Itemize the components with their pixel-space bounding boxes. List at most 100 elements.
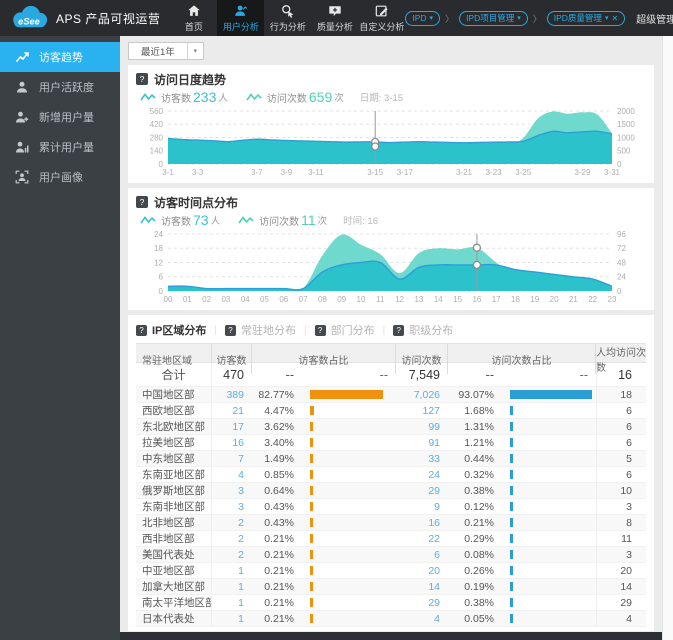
sidebar-item-visitor-trend[interactable]: 访客趋势 <box>0 42 120 72</box>
cell-visits-link[interactable]: 7,026 <box>396 389 448 401</box>
cell-visitors-link[interactable]: 3 <box>212 485 252 497</box>
cell-visitors-link[interactable]: 2 <box>212 549 252 561</box>
tab-grade[interactable]: ? 职级分布 <box>393 322 453 338</box>
svg-text:96: 96 <box>617 230 626 239</box>
legend-value: 73 <box>193 212 209 228</box>
nav-item-behavior-analysis[interactable]: 行为分析 <box>264 0 311 36</box>
table-row: 西欧地区部 21 4.47% 127 1.68% 6 <box>136 403 646 419</box>
nav-item-user-analysis[interactable]: 用户分析 <box>217 0 265 36</box>
breadcrumb-pill-ipd[interactable]: IPD ▾ <box>405 10 441 26</box>
visitors-pct-bar-fill <box>310 566 313 575</box>
region-distribution-card: ? IP区域分布 | ? 常驻地分布 | ? 部门分布 | ? 职级分布 常驻地… <box>128 315 654 631</box>
cell-visits-link[interactable]: 16 <box>396 517 448 529</box>
cell-avg: 10 <box>596 483 646 498</box>
scrollbar-track[interactable] <box>662 36 673 640</box>
legend-unit: 次 <box>334 93 344 104</box>
visits-pct-bar-fill <box>510 502 513 511</box>
visits-pct-bar <box>504 486 596 495</box>
nav-item-label: 质量分析 <box>316 21 353 32</box>
cell-visitors-link[interactable]: 16 <box>212 437 252 449</box>
cell-visitors-link[interactable]: 4 <box>212 469 252 481</box>
cell-visitors-link[interactable]: 1 <box>212 597 252 609</box>
cell-visits-link[interactable]: 33 <box>396 453 448 465</box>
cell-visits-link[interactable]: 4 <box>396 613 448 625</box>
nav-item-home[interactable]: 首页 <box>170 0 217 36</box>
cell-visitors-link[interactable]: 21 <box>212 405 252 417</box>
hourly-distribution-chart[interactable]: 0 06 2412 4818 7224 9600 01 02 03 04 05 06 07 08 09 10 1… <box>136 230 646 306</box>
cell-visitors-link[interactable]: 2 <box>212 517 252 529</box>
distribution-tabs: ? IP区域分布 | ? 常驻地分布 | ? 部门分布 | ? 职级分布 <box>136 321 646 339</box>
table-row: 美国代表处 2 0.21% 6 0.08% 3 <box>136 547 646 563</box>
visitors-pct-bar <box>304 390 396 399</box>
user-analysis-icon <box>235 5 247 16</box>
legend-label: 访客数 <box>161 216 191 228</box>
svg-text:24: 24 <box>154 230 163 239</box>
cell-visitors-pct: 0.21% <box>264 580 294 593</box>
cell-visits-link[interactable]: 14 <box>396 581 448 593</box>
table-row: 日本代表处 1 0.21% 4 0.05% 4 <box>136 611 646 627</box>
hover-date-label: 日期: 3-15 <box>359 93 404 104</box>
cell-visits-link[interactable]: 99 <box>396 421 448 433</box>
help-icon[interactable]: ? <box>136 73 148 85</box>
svg-text:0: 0 <box>617 287 622 296</box>
sidebar-item-total-users[interactable]: 累计用户量 <box>0 132 120 162</box>
tab-residence[interactable]: ? 常驻地分布 <box>225 322 296 338</box>
cell-visits-link[interactable]: 9 <box>396 501 448 513</box>
breadcrumb-separator: 〉 <box>445 13 455 24</box>
cell-visitors-link[interactable]: 389 <box>212 389 252 401</box>
svg-text:03: 03 <box>221 295 230 304</box>
cell-visits-link[interactable]: 29 <box>396 485 448 497</box>
svg-text:3-21: 3-21 <box>456 168 473 177</box>
cell-visits-pct: 0.21% <box>464 516 494 529</box>
svg-text:14: 14 <box>434 295 443 304</box>
visits-pct-bar-fill <box>510 390 592 399</box>
cell-visitors-link[interactable]: 2 <box>212 533 252 545</box>
visits-pct-bar <box>504 518 596 527</box>
close-icon[interactable]: ✕ <box>611 14 618 23</box>
nav-item-custom-analysis[interactable]: 自定义分析 <box>358 0 405 36</box>
visits-pct-bar-fill <box>510 438 513 447</box>
daily-trend-chart[interactable]: 0 0140 500280 1000420 1500560 20003-1 3-3 3-7 3-… <box>136 107 646 179</box>
nav-item-quality-analysis[interactable]: 质量分析 <box>311 0 358 36</box>
date-range-value: 最近1年 <box>141 47 175 58</box>
cell-visits-link[interactable]: 29 <box>396 597 448 609</box>
cell-visits-link[interactable]: 127 <box>396 405 448 417</box>
cell-visits-link[interactable]: 24 <box>396 469 448 481</box>
legend-line-icon <box>246 93 262 101</box>
cell-visitors-link[interactable]: 17 <box>212 421 252 433</box>
tab-ip-region[interactable]: ? IP区域分布 <box>136 322 206 338</box>
cell-region: 中国地区部 <box>136 387 212 402</box>
main-area: 最近1年 ▾ ? 访问日度趋势 访客数 233 人 访问次数 659 次 日期:… <box>120 36 662 640</box>
cell-visits-link[interactable]: 22 <box>396 533 448 545</box>
region-table: 常驻地区域 访客数 访客数占比 访问次数 访问次数占比 人均访问次数 合计 470… <box>136 343 646 627</box>
sidebar-item-user-profile[interactable]: 用户画像 <box>0 162 120 192</box>
tab-department[interactable]: ? 部门分布 <box>314 322 375 338</box>
cell-region: 日本代表处 <box>136 611 212 626</box>
sidebar-item-user-activity[interactable]: 用户活跃度 <box>0 72 120 102</box>
cell-avg: 6 <box>596 419 646 434</box>
cell-visits-link[interactable]: 6 <box>396 549 448 561</box>
help-icon[interactable]: ? <box>136 196 148 208</box>
date-range-select[interactable]: 最近1年 ▾ <box>128 42 204 60</box>
breadcrumb-pill-quality[interactable]: IPD质量管理 ▾ ✕ <box>546 10 626 26</box>
visits-pct-bar-fill <box>510 614 513 623</box>
cell-visitors-link[interactable]: 1 <box>212 581 252 593</box>
svg-text:12: 12 <box>154 258 163 267</box>
cell-visitors-link[interactable]: 1 <box>212 565 252 577</box>
cell-visitors-link[interactable]: 7 <box>212 453 252 465</box>
svg-text:3-31: 3-31 <box>604 168 621 177</box>
logo[interactable]: eSee <box>8 5 50 31</box>
svg-text:13: 13 <box>415 295 424 304</box>
cell-visits-pct: 0.32% <box>464 468 494 481</box>
breadcrumb-pill-project[interactable]: IPD项目管理 ▾ <box>459 10 528 26</box>
cell-visitors-pct: 0.43% <box>264 500 294 513</box>
home-icon <box>188 4 200 16</box>
legend-unit: 人 <box>210 216 221 227</box>
chevron-down-icon: ▾ <box>186 43 203 59</box>
sidebar-item-new-users[interactable]: 新增用户量 <box>0 102 120 132</box>
cell-visits-link[interactable]: 91 <box>396 437 448 449</box>
cell-visits-pct: 93.07% <box>458 388 494 401</box>
cell-visitors-link[interactable]: 3 <box>212 501 252 513</box>
cell-visitors-link[interactable]: 1 <box>212 613 252 625</box>
cell-visits-link[interactable]: 20 <box>396 565 448 577</box>
